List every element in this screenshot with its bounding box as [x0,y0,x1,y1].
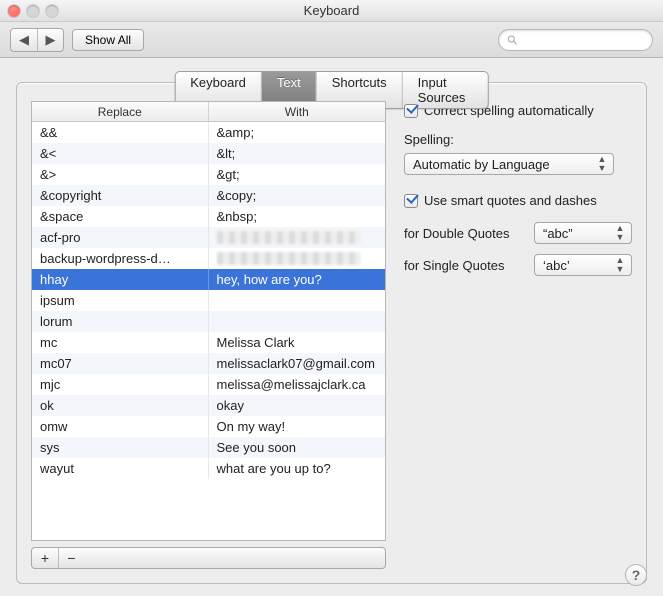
chevron-updown-icon: ▲▼ [613,256,627,274]
help-button[interactable]: ? [625,564,647,586]
table-row[interactable]: &>&gt; [32,164,385,185]
cell-replace[interactable]: lorum [32,311,209,332]
cell-with[interactable]: &gt; [209,164,386,185]
cell-with[interactable]: &copy; [209,185,386,206]
window-controls [8,5,58,17]
cell-with[interactable]: melissa@melissajclark.ca [209,374,386,395]
table-row[interactable]: sysSee you soon [32,437,385,458]
cell-replace[interactable]: sys [32,437,209,458]
cell-with[interactable]: &lt; [209,143,386,164]
minimize-icon[interactable] [27,5,39,17]
correct-spelling-checkbox[interactable] [404,104,418,118]
cell-with[interactable] [209,248,386,269]
cell-replace[interactable]: omw [32,416,209,437]
table-row[interactable]: acf-pro [32,227,385,248]
redacted-content [217,252,361,265]
table-row[interactable]: &space&nbsp; [32,206,385,227]
table-row[interactable]: hhayhey, how are you? [32,269,385,290]
cell-replace[interactable]: &copyright [32,185,209,206]
table-row[interactable]: wayutwhat are you up to? [32,458,385,479]
search-field[interactable] [498,29,653,51]
col-replace[interactable]: Replace [32,102,209,121]
cell-replace[interactable]: mc [32,332,209,353]
table-row[interactable]: &<&lt; [32,143,385,164]
chevron-updown-icon: ▲▼ [613,224,627,242]
cell-replace[interactable]: ipsum [32,290,209,311]
cell-with[interactable]: &amp; [209,122,386,143]
cell-with[interactable]: okay [209,395,386,416]
table-row[interactable]: mjcmelissa@melissajclark.ca [32,374,385,395]
cell-with[interactable]: Melissa Clark [209,332,386,353]
table-row[interactable]: mc07melissaclark07@gmail.com [32,353,385,374]
cell-with[interactable]: &nbsp; [209,206,386,227]
col-with[interactable]: With [209,102,386,121]
cell-replace[interactable]: mc07 [32,353,209,374]
cell-replace[interactable]: &> [32,164,209,185]
remove-button[interactable]: − [58,548,84,568]
cell-with[interactable]: On my way! [209,416,386,437]
cell-with[interactable]: See you soon [209,437,386,458]
add-button[interactable]: + [32,548,58,568]
table-header: Replace With [32,102,385,122]
single-quotes-label: for Single Quotes [404,258,524,273]
back-button[interactable]: ◀ [11,29,37,51]
spelling-select[interactable]: Automatic by Language ▲▼ [404,153,614,175]
options-pane: Correct spelling automatically Spelling:… [404,101,632,569]
cell-with[interactable]: what are you up to? [209,458,386,479]
table-row[interactable]: omwOn my way! [32,416,385,437]
single-quotes-value: ‘abc’ [543,258,570,273]
smart-quotes-label: Use smart quotes and dashes [424,193,597,208]
titlebar: Keyboard [0,0,663,22]
cell-replace[interactable]: wayut [32,458,209,479]
spelling-value: Automatic by Language [413,157,550,172]
table-row[interactable]: &&&amp; [32,122,385,143]
forward-button[interactable]: ▶ [37,29,63,51]
table-row[interactable]: okokay [32,395,385,416]
window-title: Keyboard [304,3,360,18]
table-row[interactable]: mcMelissa Clark [32,332,385,353]
table-row[interactable]: &copyright&copy; [32,185,385,206]
cell-with[interactable]: hey, how are you? [209,269,386,290]
replacements-table[interactable]: Replace With &&&amp;&<&lt;&>&gt;&copyrig… [31,101,386,541]
search-input[interactable] [522,32,644,48]
cell-replace[interactable]: &space [32,206,209,227]
double-quotes-select[interactable]: “abc” ▲▼ [534,222,632,244]
search-icon [507,34,518,46]
single-quotes-select[interactable]: ‘abc’ ▲▼ [534,254,632,276]
zoom-icon[interactable] [46,5,58,17]
close-icon[interactable] [8,5,20,17]
table-row[interactable]: lorum [32,311,385,332]
cell-with[interactable] [209,311,386,332]
toolbar: ◀ ▶ Show All [0,22,663,58]
preferences-panel: KeyboardTextShortcutsInput Sources Repla… [16,82,647,584]
cell-with[interactable] [209,227,386,248]
cell-replace[interactable]: &< [32,143,209,164]
add-remove-segment: + − [31,547,386,569]
smart-quotes-row[interactable]: Use smart quotes and dashes [404,193,632,208]
spelling-label: Spelling: [404,132,632,147]
double-quotes-value: “abc” [543,226,573,241]
cell-replace[interactable]: backup-wordpress-d… [32,248,209,269]
nav-segment: ◀ ▶ [10,28,64,52]
cell-replace[interactable]: acf-pro [32,227,209,248]
show-all-button[interactable]: Show All [72,29,144,51]
table-row[interactable]: ipsum [32,290,385,311]
cell-replace[interactable]: && [32,122,209,143]
chevron-updown-icon: ▲▼ [595,155,609,173]
cell-with[interactable]: melissaclark07@gmail.com [209,353,386,374]
replacements-table-wrap: Replace With &&&amp;&<&lt;&>&gt;&copyrig… [31,101,386,569]
double-quotes-label: for Double Quotes [404,226,524,241]
cell-with[interactable] [209,290,386,311]
cell-replace[interactable]: ok [32,395,209,416]
cell-replace[interactable]: mjc [32,374,209,395]
redacted-content [217,231,361,244]
table-row[interactable]: backup-wordpress-d… [32,248,385,269]
cell-replace[interactable]: hhay [32,269,209,290]
smart-quotes-checkbox[interactable] [404,194,418,208]
